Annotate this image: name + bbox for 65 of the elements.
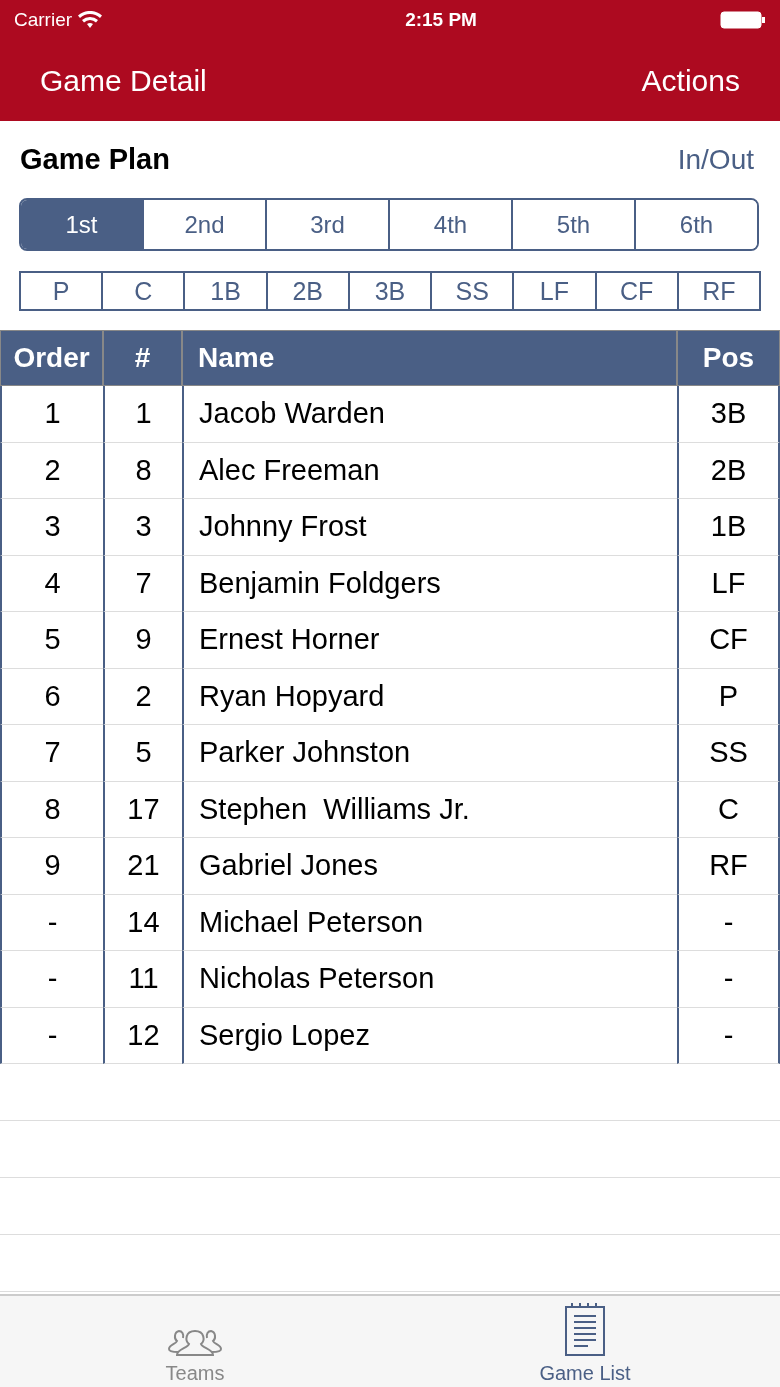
table-cell: Parker Johnston xyxy=(182,725,677,782)
table-cell: 8 xyxy=(0,781,103,838)
table-cell: Stephen Williams Jr. xyxy=(182,781,677,838)
table-cell: Ryan Hopyard xyxy=(182,668,677,725)
notepad-icon xyxy=(563,1302,607,1356)
table-cell: 3B xyxy=(677,386,780,443)
table-cell: Johnny Frost xyxy=(182,499,677,556)
table-cell: 2B xyxy=(677,442,780,499)
tab-bar-item[interactable]: Teams xyxy=(0,1296,390,1387)
column-header: # xyxy=(103,330,182,386)
battery-icon xyxy=(720,10,766,30)
table-cell: 1 xyxy=(103,386,182,443)
table-cell: 3 xyxy=(0,499,103,556)
table-cell: P xyxy=(677,668,780,725)
table-cell: 1B xyxy=(677,499,780,556)
table-cell: 6 xyxy=(0,668,103,725)
table-cell: CF xyxy=(677,612,780,669)
table-cell: Benjamin Foldgers xyxy=(182,555,677,612)
table-cell: 2 xyxy=(103,668,182,725)
inning-tab[interactable]: 1st xyxy=(21,200,142,249)
table-cell: 17 xyxy=(103,781,182,838)
table-cell: 8 xyxy=(103,442,182,499)
table-cell: 9 xyxy=(103,612,182,669)
table-cell: 14 xyxy=(103,894,182,951)
column-header: Order xyxy=(0,330,103,386)
table-cell: 1 xyxy=(0,386,103,443)
table-cell: 12 xyxy=(103,1007,182,1064)
table-cell: - xyxy=(0,894,103,951)
tab-bar-item[interactable]: Game List xyxy=(390,1296,780,1387)
actions-button[interactable]: Actions xyxy=(641,63,740,98)
table-cell: RF xyxy=(677,838,780,895)
table-cell: Nicholas Peterson xyxy=(182,951,677,1008)
table-cell: 4 xyxy=(0,555,103,612)
table-cell: 5 xyxy=(103,725,182,782)
table-cell: SS xyxy=(677,725,780,782)
table-cell: LF xyxy=(677,555,780,612)
section-title: Game Plan xyxy=(20,143,170,176)
table-cell: - xyxy=(677,1007,780,1064)
table-cell: 7 xyxy=(103,555,182,612)
table-cell: Michael Peterson xyxy=(182,894,677,951)
table-cell: 2 xyxy=(0,442,103,499)
table-cell: 9 xyxy=(0,838,103,895)
clock-time: 2:15 PM xyxy=(405,9,477,31)
wifi-icon xyxy=(78,11,103,29)
table-cell: Jacob Warden xyxy=(182,386,677,443)
back-link[interactable]: Game Detail xyxy=(40,63,207,98)
table-cell: Alec Freeman xyxy=(182,442,677,499)
carrier-label: Carrier xyxy=(14,9,73,31)
table-cell: Sergio Lopez xyxy=(182,1007,677,1064)
table-cell: Gabriel Jones xyxy=(182,838,677,895)
table-cell: 5 xyxy=(0,612,103,669)
table-cell: 11 xyxy=(103,951,182,1008)
table-cell: - xyxy=(0,951,103,1008)
table-cell: 3 xyxy=(103,499,182,556)
table-cell: 21 xyxy=(103,838,182,895)
inning-tab[interactable]: 6th xyxy=(634,200,757,249)
column-header: Pos xyxy=(677,330,780,386)
table-cell: Ernest Horner xyxy=(182,612,677,669)
table-cell: 7 xyxy=(0,725,103,782)
table-cell: - xyxy=(677,894,780,951)
table-cell: - xyxy=(677,951,780,1008)
column-header: Name xyxy=(182,330,677,386)
table-cell: C xyxy=(677,781,780,838)
table-cell: - xyxy=(0,1007,103,1064)
in-out-link[interactable]: In/Out xyxy=(677,143,754,176)
